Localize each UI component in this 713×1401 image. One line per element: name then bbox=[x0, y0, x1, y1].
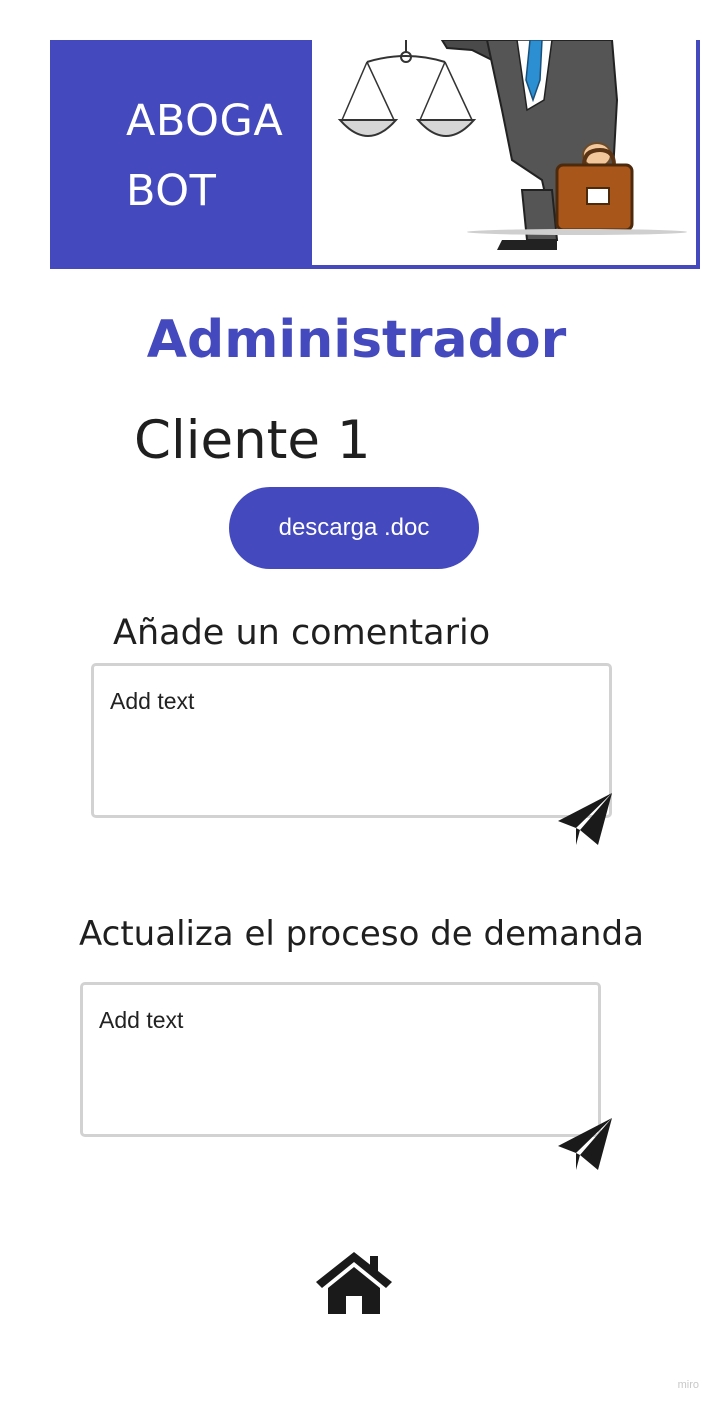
comment-label: Añade un comentario bbox=[113, 613, 491, 653]
page-title: Administrador bbox=[146, 310, 567, 370]
download-doc-button[interactable]: descarga .doc bbox=[229, 487, 479, 569]
lawyer-illustration bbox=[337, 40, 687, 250]
process-update-textarea[interactable] bbox=[80, 982, 601, 1137]
client-name: Cliente 1 bbox=[134, 410, 371, 471]
watermark: miro bbox=[677, 1379, 699, 1391]
banner-border-right bbox=[696, 40, 700, 269]
process-update-label: Actualiza el proceso de demanda bbox=[79, 914, 644, 954]
home-icon[interactable] bbox=[314, 1250, 394, 1316]
brand-name-line2: BOT bbox=[126, 166, 217, 216]
comment-textarea[interactable] bbox=[91, 663, 612, 818]
banner-border-bottom bbox=[50, 265, 700, 269]
brand-name-line1: ABOGA bbox=[126, 96, 284, 146]
header-banner: ABOGA BOT bbox=[50, 40, 700, 269]
send-icon[interactable] bbox=[554, 790, 616, 848]
brand-panel: ABOGA BOT bbox=[50, 40, 312, 269]
send-icon[interactable] bbox=[554, 1115, 616, 1173]
